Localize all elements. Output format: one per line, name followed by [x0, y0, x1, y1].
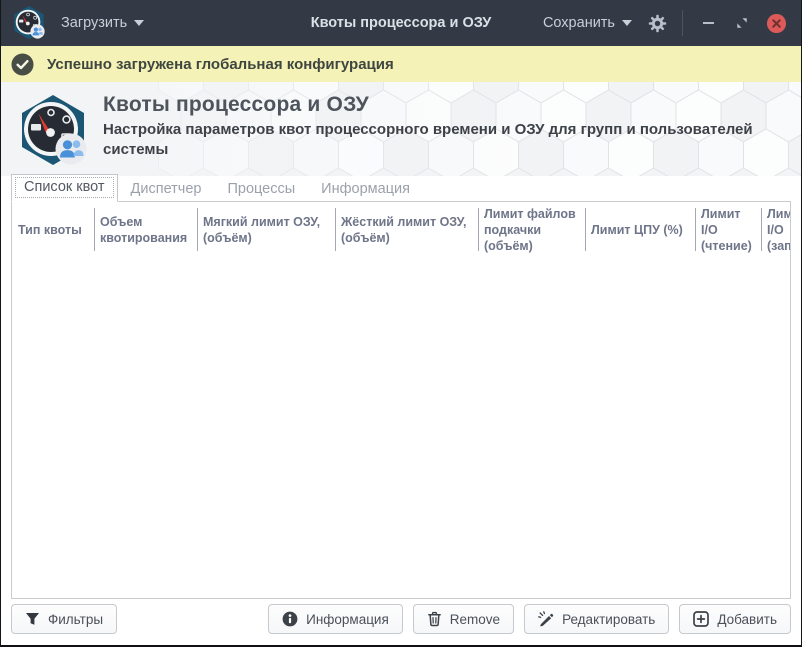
restore-button[interactable]: [729, 10, 755, 36]
page-header: Квоты процессора и ОЗУ Настройка парамет…: [1, 82, 801, 176]
notification-message: Успешно загружена глобальная конфигураци…: [47, 55, 394, 73]
chevron-down-icon: [622, 20, 632, 26]
close-icon: [766, 13, 787, 34]
filters-label: Фильтры: [48, 611, 104, 627]
quota-table: Тип квоты Объем квотирования Мягкий лими…: [11, 201, 791, 599]
tab-quota-list-label: Список квот: [15, 177, 114, 198]
remove-label: Remove: [449, 611, 501, 627]
add-label: Добавить: [717, 611, 777, 627]
tab-bar: Список квот Диспетчер Процессы Информаци…: [1, 174, 801, 202]
information-label: Информация: [306, 611, 389, 627]
gear-icon: [648, 14, 667, 33]
plus-square-icon: [693, 611, 710, 627]
tab-processes[interactable]: Процессы: [214, 178, 308, 201]
minimize-button[interactable]: [695, 10, 721, 36]
filters-button[interactable]: Фильтры: [11, 604, 118, 634]
save-menu-label: Сохранить: [542, 15, 615, 31]
app-logo: [15, 93, 91, 169]
app-window: Загрузить Квоты процессора и ОЗУ Сохрани…: [0, 0, 802, 647]
table-body[interactable]: [12, 258, 790, 598]
restore-icon: [736, 17, 748, 29]
edit-button[interactable]: Редактировать: [524, 604, 670, 634]
edit-label: Редактировать: [562, 611, 656, 627]
close-button[interactable]: [763, 10, 789, 36]
minus-icon: [702, 22, 714, 24]
app-icon: [11, 5, 47, 41]
page-subtitle: Настройка параметров квот процессорного …: [103, 121, 753, 159]
information-button[interactable]: Информация: [268, 604, 403, 634]
column-header-io-write[interactable]: Лимит I/O (запись): [761, 202, 790, 258]
funnel-icon: [25, 612, 40, 626]
add-button[interactable]: Добавить: [679, 604, 791, 634]
column-header-swap-limit[interactable]: Лимит файлов подкачки (объём): [478, 202, 585, 258]
tab-dispatcher[interactable]: Диспетчер: [118, 178, 215, 201]
table-header-row: Тип квоты Объем квотирования Мягкий лими…: [12, 202, 790, 258]
column-header-soft-ram[interactable]: Мягкий лимит ОЗУ, (объём): [197, 202, 335, 258]
load-menu-button[interactable]: Загрузить: [57, 9, 148, 37]
column-header-hard-ram[interactable]: Жёсткий лимит ОЗУ, (объём): [335, 202, 478, 258]
chevron-down-icon: [134, 20, 145, 26]
titlebar-separator: [682, 10, 683, 36]
column-header-io-read[interactable]: Лимит I/O (чтение): [695, 202, 761, 258]
page-title: Квоты процессора и ОЗУ: [103, 93, 369, 116]
column-header-quota-volume[interactable]: Объем квотирования: [94, 202, 197, 258]
info-icon: [282, 611, 298, 627]
titlebar: Загрузить Квоты процессора и ОЗУ Сохрани…: [1, 0, 801, 46]
pencil-icon: [538, 611, 554, 627]
notification-bar: Успешно загружена глобальная конфигураци…: [1, 46, 801, 82]
column-header-cpu-limit[interactable]: Лимит ЦПУ (%): [585, 202, 695, 258]
tab-information[interactable]: Информация: [308, 178, 423, 201]
tab-quota-list[interactable]: Список квот: [11, 174, 118, 202]
settings-button[interactable]: [644, 10, 670, 36]
save-menu-button[interactable]: Сохранить: [539, 9, 636, 37]
action-bar: Фильтры Информация Remove Редактировать …: [1, 599, 801, 645]
trash-icon: [427, 611, 442, 627]
success-check-icon: [11, 53, 34, 76]
column-header-quota-type[interactable]: Тип квоты: [12, 202, 94, 258]
load-menu-label: Загрузить: [61, 15, 128, 31]
remove-button[interactable]: Remove: [412, 604, 515, 634]
